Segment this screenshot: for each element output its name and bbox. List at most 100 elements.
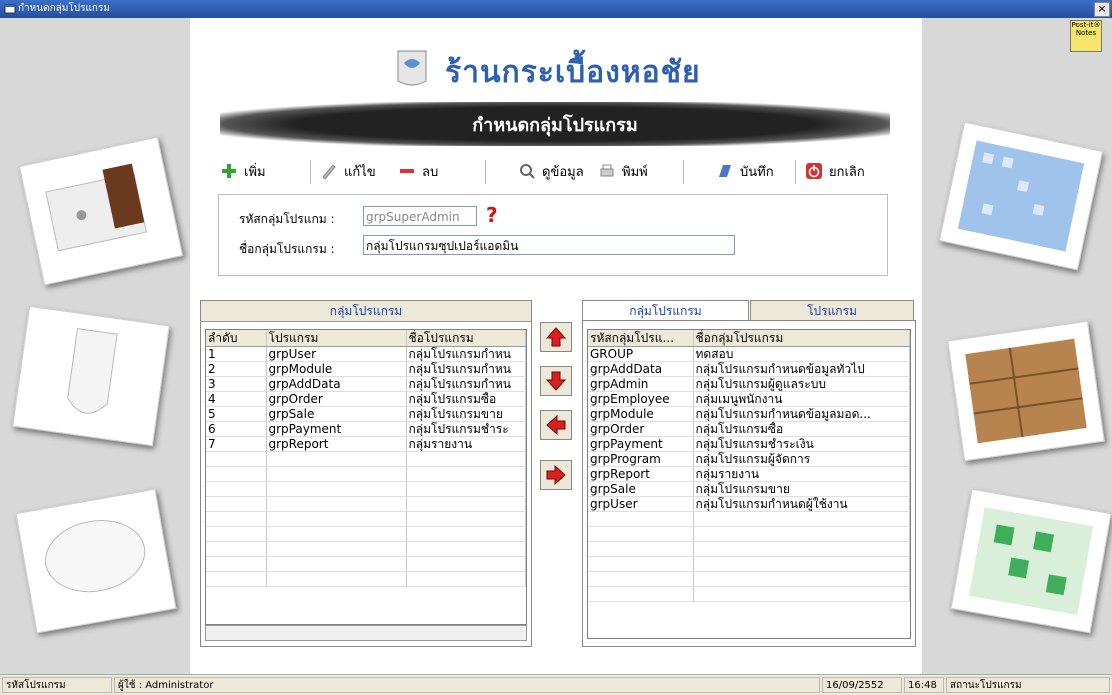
column-header-group-code[interactable]: รหัสกลุ่มโปรแ...	[588, 330, 694, 347]
plus-icon	[222, 164, 236, 178]
page-title: กำหนดกลุ่มโปรแกรม	[472, 115, 638, 136]
right-panel-tabs: กลุ่มโปรแกรม โปรแกรม	[582, 298, 914, 321]
empty-row	[206, 571, 526, 587]
table-row[interactable]: grpOrder กลุ่มโปรแกรมซื้อ	[588, 421, 910, 437]
program-list-panel: กลุ่มโปรแกรม ลำดับ โปรแกรม ชื่อโปรแกรม 1…	[200, 300, 532, 647]
toolbar-separator	[310, 160, 311, 184]
empty-row	[206, 481, 526, 497]
group-grid[interactable]: รหัสกลุ่มโปรแ... ชื่อกลุ่มโปรแกรม GROUP ท…	[587, 329, 911, 639]
column-header-program-name[interactable]: ชื่อโปรแกรม	[406, 330, 526, 347]
urinal-illustration	[67, 328, 118, 414]
program-table: ลำดับ โปรแกรม ชื่อโปรแกรม 1 grpUser กลุ่มโ…	[206, 330, 526, 587]
table-row[interactable]: grpPayment กลุ่มโปรแกรมชำระเงิน	[588, 436, 910, 452]
parquet-illustration	[965, 338, 1087, 444]
help-icon[interactable]: ?	[481, 204, 503, 226]
column-header-order[interactable]: ลำดับ	[206, 330, 267, 347]
print-label: พิมพ์	[622, 164, 648, 180]
status-program-state: สถานะโปรแกรม	[946, 677, 1110, 693]
postit-notes-icon[interactable]: Post-it® Notes	[1070, 20, 1102, 52]
empty-row	[588, 541, 910, 557]
edit-button[interactable]: แก้ไข	[320, 160, 376, 182]
basin-image	[15, 488, 177, 634]
minus-icon	[400, 169, 414, 173]
empty-row	[588, 526, 910, 542]
svg-text:?: ?	[486, 204, 498, 226]
green-tile-image	[950, 488, 1112, 634]
sink-illustration	[45, 163, 147, 252]
group-list-panel: รหัสกลุ่มโปรแ... ชื่อกลุ่มโปรแกรม GROUP ท…	[582, 320, 916, 647]
status-time: 16:48	[904, 677, 944, 693]
empty-row	[588, 571, 910, 587]
empty-row	[206, 511, 526, 527]
printer-icon	[600, 164, 614, 177]
table-row[interactable]: 3 grpAddData กลุ่มโปรแกรมกำหน	[206, 376, 526, 392]
move-right-button[interactable]	[540, 460, 572, 490]
status-user: ผู้ใช้ : Administrator	[114, 677, 820, 693]
close-button[interactable]: ×	[1094, 2, 1110, 17]
empty-row	[206, 556, 526, 572]
move-left-button[interactable]	[540, 410, 572, 440]
status-program-code: รหัสโปรแกรม	[2, 677, 112, 693]
status-bar: รหัสโปรแกรม ผู้ใช้ : Administrator 16/09…	[0, 674, 1112, 695]
shop-name: ร้านกระเบื้องหอชัย	[445, 55, 701, 90]
empty-row	[206, 496, 526, 512]
table-row[interactable]: 4 grpOrder กลุ่มโปรแกรมซื้อ	[206, 391, 526, 407]
table-row[interactable]: grpEmployee กลุ่มเมนูพนักงาน	[588, 391, 910, 407]
empty-row	[206, 541, 526, 557]
title-banner: กำหนดกลุ่มโปรแกรม	[220, 102, 890, 146]
toolbar-separator	[795, 160, 796, 184]
save-label: บันทึก	[740, 164, 774, 180]
toolbar: เพิ่ม แก้ไข ลบ ดูข้อมูล พิมพ์ บันทึก ยกเ…	[220, 160, 890, 184]
empty-row	[206, 451, 526, 467]
group-name-label: ชื่อกลุ่มโปรแกรม :	[239, 242, 335, 256]
group-name-input[interactable]: กลุ่มโปรแกรมซุปเปอร์แอดมิน	[363, 235, 735, 255]
table-row[interactable]: GROUP ทดสอบ	[588, 346, 910, 362]
view-label: ดูข้อมูล	[542, 164, 584, 180]
delete-label: ลบ	[422, 164, 439, 180]
horizontal-scrollbar[interactable]	[205, 625, 527, 641]
group-form: รหัสกลุ่มโปรแกม : grpSuperAdmin ? ชื่อกล…	[218, 194, 888, 276]
program-grid[interactable]: ลำดับ โปรแกรม ชื่อโปรแกรม 1 grpUser กลุ่มโ…	[205, 329, 527, 625]
table-row[interactable]: grpAdmin กลุ่มโปรแกรมผู้ดูแลระบบ	[588, 376, 910, 392]
empty-row	[588, 586, 910, 602]
table-row[interactable]: 1 grpUser กลุ่มโปรแกรมกำหน	[206, 346, 526, 362]
cancel-button[interactable]: ยกเลิก	[805, 160, 865, 182]
table-row[interactable]: 7 grpReport กลุ่มรายงาน	[206, 436, 526, 452]
green-tile-illustration	[969, 507, 1093, 615]
save-icon	[719, 165, 731, 177]
print-button[interactable]: พิมพ์	[598, 160, 648, 182]
group-code-label: รหัสกลุ่มโปรแกม :	[239, 212, 335, 226]
column-header-group-name[interactable]: ชื่อกลุ่มโปรแกรม	[693, 330, 910, 347]
table-row[interactable]: 6 grpPayment กลุ่มโปรแกรมชำระ	[206, 421, 526, 437]
add-label: เพิ่ม	[244, 164, 266, 180]
table-row[interactable]: grpModule กลุ่มโปรแกรมกำหนดข้อมูลมอด...	[588, 406, 910, 422]
arrow-left-icon	[546, 414, 566, 436]
move-up-button[interactable]	[540, 322, 572, 352]
add-button[interactable]: เพิ่ม	[220, 160, 266, 182]
toolbar-separator	[683, 160, 684, 184]
tab-program-groups[interactable]: กลุ่มโปรแกรม	[582, 300, 749, 321]
table-row[interactable]: 5 grpSale กลุ่มโปรแกรมขาย	[206, 406, 526, 422]
empty-row	[206, 526, 526, 542]
table-row[interactable]: grpUser กลุ่มโปรแกรมกำหนดผู้ใช้งาน	[588, 496, 910, 512]
table-row[interactable]: grpProgram กลุ่มโปรแกรมผู้จัดการ	[588, 451, 910, 467]
view-button[interactable]: ดูข้อมูล	[518, 160, 584, 182]
shop-logo: ร้านกระเบื้องหอชัย	[390, 45, 720, 95]
column-header-program[interactable]: โปรแกรม	[266, 330, 407, 347]
group-table: รหัสกลุ่มโปรแ... ชื่อกลุ่มโปรแกรม GROUP ท…	[588, 330, 910, 602]
edit-label: แก้ไข	[344, 164, 376, 180]
table-row[interactable]: grpAddData กลุ่มโปรแกรมกำหนดข้อมูลทั่วไป	[588, 361, 910, 377]
tab-programs[interactable]: โปรแกรม	[750, 300, 914, 321]
delete-button[interactable]: ลบ	[398, 160, 438, 182]
table-row[interactable]: grpSale กลุ่มโปรแกรมขาย	[588, 481, 910, 497]
move-down-button[interactable]	[540, 366, 572, 396]
app-icon	[4, 4, 16, 14]
magnifier-icon	[520, 164, 535, 179]
empty-row	[206, 466, 526, 482]
cancel-label: ยกเลิก	[829, 164, 865, 180]
window-titlebar: กำหนดกลุ่มโปรแกรม ×	[0, 0, 1112, 18]
save-button[interactable]: บันทึก	[716, 160, 774, 182]
table-row[interactable]: grpReport กลุ่มรายงาน	[588, 466, 910, 482]
group-code-input[interactable]: grpSuperAdmin	[363, 206, 477, 226]
table-row[interactable]: 2 grpModule กลุ่มโปรแกรมกำหน	[206, 361, 526, 377]
